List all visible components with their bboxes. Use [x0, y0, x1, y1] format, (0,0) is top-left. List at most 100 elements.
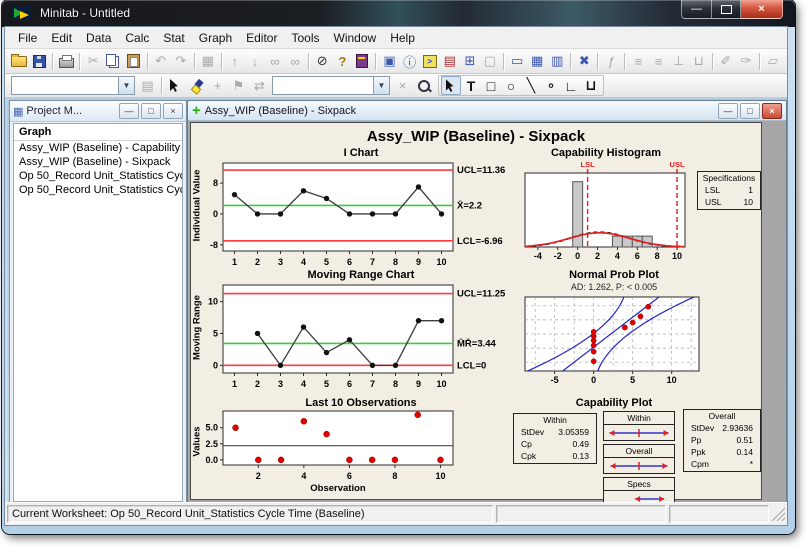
project-manager-window: ▦ Project M... — □ × Graph Assy_WIP (Bas…: [9, 100, 187, 502]
gw-close-button[interactable]: ×: [762, 103, 782, 119]
graph-window-title: Assy_WIP (Baseline) - Sixpack: [205, 105, 716, 117]
flag-icon: ⚑: [228, 76, 249, 95]
svg-text:M̄R̄=3.44: M̄R̄=3.44: [457, 338, 497, 349]
menu-editor[interactable]: Editor: [239, 29, 284, 47]
svg-text:10: 10: [208, 297, 218, 307]
show-session-icon[interactable]: ▭: [507, 52, 527, 71]
run-exec-icon[interactable]: [352, 52, 372, 71]
status-bar: Current Worksheet: Op 50_Record Unit_Sta…: [5, 502, 787, 525]
menu-stat[interactable]: Stat: [156, 29, 191, 47]
help-icon[interactable]: ?: [332, 52, 352, 71]
svg-text:5: 5: [630, 375, 635, 385]
new-worksheet-icon[interactable]: ⊞: [460, 52, 480, 71]
assign-formula-icon: ƒ: [601, 52, 621, 71]
mdi-workspace: ▦ Project M... — □ × Graph Assy_WIP (Bas…: [5, 98, 787, 502]
graph-combo-input[interactable]: [12, 77, 118, 94]
show-project-manager-icon[interactable]: ▥: [547, 52, 567, 71]
anno-polygon-icon[interactable]: ⊔: [581, 76, 601, 95]
session-window-icon[interactable]: >: [420, 52, 440, 71]
cascade-windows-icon[interactable]: ▣: [379, 52, 399, 71]
status-panel: [669, 505, 769, 523]
last10-xlabel: Observation: [223, 483, 453, 494]
histogram-title: Capability Histogram: [511, 147, 701, 159]
anno-marker-icon[interactable]: ∘: [541, 76, 561, 95]
graph-main-title: Assy_WIP (Baseline) - Sixpack: [191, 128, 761, 145]
copy-icon[interactable]: [103, 52, 123, 71]
cancel-icon[interactable]: ⊘: [312, 52, 332, 71]
project-manager-titlebar[interactable]: ▦ Project M... — □ ×: [10, 101, 186, 122]
svg-text:8: 8: [393, 257, 398, 267]
pm-minimize-button[interactable]: —: [119, 103, 139, 119]
anno-ellipse-icon[interactable]: ○: [501, 76, 521, 95]
edit-last-dialog-icon: ▦: [198, 52, 218, 71]
split-worksheet-icon: ≡: [649, 52, 669, 71]
combo-dropdown-icon[interactable]: ▼: [118, 77, 134, 94]
show-worksheets-icon[interactable]: ▦: [527, 52, 547, 71]
probplot-subtitle: AD: 1.262, P: < 0.005: [521, 282, 707, 292]
menu-edit[interactable]: Edit: [44, 29, 79, 47]
graph-toolbar: ▼ ▤+⚑⇄ ▼ × T□○╲∘∟⊔: [5, 74, 787, 98]
gw-restore-button[interactable]: □: [740, 103, 760, 119]
legend-title: Specifications: [698, 172, 760, 185]
graph-list-item[interactable]: Op 50_Record Unit_Statistics Cyc: [14, 183, 182, 197]
svg-text:8: 8: [655, 251, 660, 261]
svg-text:0: 0: [591, 375, 596, 385]
open-file-icon[interactable]: [9, 52, 29, 71]
graph-list-item[interactable]: Assy_WIP (Baseline) - Capability: [14, 141, 182, 155]
specifications-legend: Specifications LSL1 USL10: [697, 171, 761, 210]
graph-combo[interactable]: ▼: [11, 76, 135, 95]
brush-points-icon: ✐: [716, 52, 736, 71]
menu-file[interactable]: File: [11, 29, 44, 47]
find-next-icon: ∞: [285, 52, 305, 71]
svg-text:-5: -5: [551, 375, 559, 385]
svg-text:X̄=2.2: X̄=2.2: [457, 200, 482, 211]
svg-text:5: 5: [324, 257, 329, 267]
gw-minimize-button[interactable]: —: [718, 103, 738, 119]
menu-window[interactable]: Window: [327, 29, 384, 47]
report-pad-icon[interactable]: ▤: [440, 52, 460, 71]
graph-list-item[interactable]: Assy_WIP (Baseline) - Sixpack: [14, 155, 182, 169]
menu-graph[interactable]: Graph: [192, 29, 239, 47]
combo-dropdown-icon[interactable]: ▼: [373, 77, 389, 94]
close-all-graphs-icon[interactable]: ✖: [574, 52, 594, 71]
pm-restore-button[interactable]: □: [141, 103, 161, 119]
menubar: File Edit Data Calc Stat Graph Editor To…: [5, 27, 787, 49]
zoom-icon[interactable]: [413, 76, 434, 95]
info-icon[interactable]: ⓘ: [400, 52, 420, 71]
minitab-logo-icon: [12, 6, 32, 20]
brush-highlight-icon[interactable]: [186, 76, 207, 95]
anno-polyline-icon[interactable]: ∟: [561, 76, 581, 95]
paste-icon[interactable]: [123, 52, 143, 71]
graph-window-titlebar[interactable]: + Assy_WIP (Baseline) - Sixpack — □ ×: [188, 101, 786, 121]
anno-rect-icon[interactable]: □: [481, 76, 501, 95]
anno-text-icon[interactable]: T: [461, 76, 481, 95]
menu-calc[interactable]: Calc: [118, 29, 156, 47]
probplot-title: Normal Prob Plot: [521, 269, 707, 281]
svg-text:10: 10: [435, 471, 445, 481]
overall-interval: [604, 458, 674, 473]
item-combo[interactable]: ▼: [272, 76, 390, 95]
save-file-icon[interactable]: [29, 52, 49, 71]
svg-text:2: 2: [256, 471, 261, 481]
within-interval: [604, 425, 674, 440]
resize-grip[interactable]: [771, 507, 785, 521]
anno-line-icon[interactable]: ╲: [521, 76, 541, 95]
menu-data[interactable]: Data: [79, 29, 118, 47]
item-combo-input[interactable]: [273, 77, 373, 94]
maximize-button[interactable]: [712, 0, 741, 19]
close-button[interactable]: ×: [741, 0, 783, 19]
menu-help[interactable]: Help: [383, 29, 422, 47]
redo-icon: ↷: [171, 52, 191, 71]
svg-text:7: 7: [370, 257, 375, 267]
select-arrow-icon[interactable]: [165, 76, 186, 95]
minimize-button[interactable]: —: [681, 0, 712, 19]
find-icon: ∞: [265, 52, 285, 71]
mrchart-title: Moving Range Chart: [231, 269, 491, 281]
anno-select-icon[interactable]: [441, 76, 461, 95]
specs-interval: [604, 491, 674, 502]
print-icon[interactable]: [56, 52, 76, 71]
menu-tools[interactable]: Tools: [284, 29, 326, 47]
graph-list-item[interactable]: Op 50_Record Unit_Statistics Cyc: [14, 169, 182, 183]
pm-close-button[interactable]: ×: [163, 103, 183, 119]
titlebar[interactable]: Minitab - Untitled — ×: [2, 0, 795, 27]
